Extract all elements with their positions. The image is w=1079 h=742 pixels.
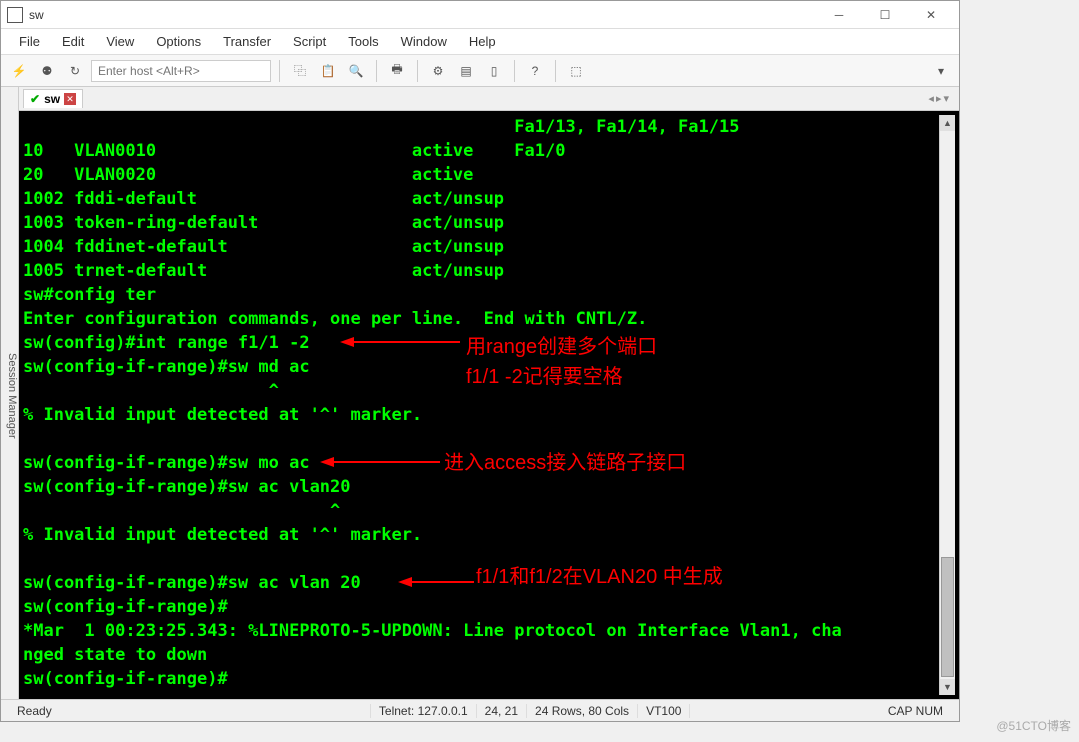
window-controls: ─ ☐ ✕ — [817, 4, 953, 26]
toolbar-separator — [279, 60, 280, 82]
minimize-button[interactable]: ─ — [817, 4, 861, 26]
tab-close-icon[interactable]: ✕ — [64, 93, 76, 105]
menu-edit[interactable]: Edit — [52, 31, 94, 52]
app-window: sw ─ ☐ ✕ File Edit View Options Transfer… — [0, 0, 960, 722]
toolbar-separator — [555, 60, 556, 82]
status-connection: Telnet: 127.0.0.1 — [371, 704, 477, 718]
content-area: Session Manager ✔ sw ✕ ◂ ▸ ▾ — [1, 87, 959, 699]
connect-icon[interactable]: ⚡ — [7, 59, 31, 83]
close-button[interactable]: ✕ — [909, 4, 953, 26]
statusbar: Ready Telnet: 127.0.0.1 24, 21 24 Rows, … — [1, 699, 959, 721]
help-icon[interactable]: ? — [523, 59, 547, 83]
connected-icon: ✔ — [30, 92, 40, 106]
menu-file[interactable]: File — [9, 31, 50, 52]
menu-tools[interactable]: Tools — [338, 31, 388, 52]
menu-transfer[interactable]: Transfer — [213, 31, 281, 52]
terminal[interactable]: Fa1/13, Fa1/14, Fa1/15 10 VLAN0010 activ… — [23, 115, 939, 695]
scroll-up-icon[interactable]: ▲ — [940, 115, 955, 131]
tab-prev-icon[interactable]: ◂ — [928, 92, 934, 105]
vertical-scrollbar[interactable]: ▲ ▼ — [939, 115, 955, 695]
quick-connect-icon[interactable]: ⚉ — [35, 59, 59, 83]
scroll-thumb[interactable] — [941, 557, 954, 677]
toolbar-separator — [514, 60, 515, 82]
app-icon — [7, 7, 23, 23]
status-caps: CAP NUM — [880, 704, 951, 718]
toolbar-overflow-icon[interactable]: ▾ — [929, 59, 953, 83]
tab-sw[interactable]: ✔ sw ✕ — [23, 89, 83, 108]
toolbar-separator — [417, 60, 418, 82]
paste-icon[interactable]: 📋 — [316, 59, 340, 83]
tab-bar: ✔ sw ✕ ◂ ▸ ▾ — [19, 87, 959, 111]
menu-view[interactable]: View — [96, 31, 144, 52]
keyword-icon[interactable]: ⬚ — [564, 59, 588, 83]
menu-help[interactable]: Help — [459, 31, 506, 52]
tab-nav: ◂ ▸ ▾ — [928, 92, 955, 105]
settings-icon[interactable]: ⚙ — [426, 59, 450, 83]
tab-next-icon[interactable]: ▸ — [936, 92, 942, 105]
menu-window[interactable]: Window — [391, 31, 457, 52]
tab-list-icon[interactable]: ▾ — [943, 92, 949, 105]
new-tab-icon[interactable]: ▯ — [482, 59, 506, 83]
session-options-icon[interactable]: ▤ — [454, 59, 478, 83]
tab-name: sw — [44, 92, 60, 106]
status-dimensions: 24 Rows, 80 Cols — [527, 704, 638, 718]
menubar: File Edit View Options Transfer Script T… — [1, 29, 959, 55]
watermark: @51CTO博客 — [996, 717, 1071, 734]
status-terminal-type: VT100 — [638, 704, 690, 718]
menu-script[interactable]: Script — [283, 31, 336, 52]
scroll-track[interactable] — [940, 131, 955, 679]
print-icon[interactable]: 🖶 — [385, 59, 409, 83]
find-icon[interactable]: 🔍 — [344, 59, 368, 83]
scroll-down-icon[interactable]: ▼ — [940, 679, 955, 695]
session-manager-panel[interactable]: Session Manager — [1, 87, 19, 699]
titlebar: sw ─ ☐ ✕ — [1, 1, 959, 29]
session-manager-label: Session Manager — [6, 353, 18, 439]
toolbar: ⚡ ⚉ ↻ ⿻ 📋 🔍 🖶 ⚙ ▤ ▯ ? ⬚ ▾ — [1, 55, 959, 87]
toolbar-separator — [376, 60, 377, 82]
maximize-button[interactable]: ☐ — [863, 4, 907, 26]
window-title: sw — [29, 8, 817, 22]
terminal-wrapper: Fa1/13, Fa1/14, Fa1/15 10 VLAN0010 activ… — [19, 111, 959, 699]
main-panel: ✔ sw ✕ ◂ ▸ ▾ Fa1/13, Fa1/14, Fa1/15 10 V… — [19, 87, 959, 699]
host-input[interactable] — [91, 60, 271, 82]
status-ready: Ready — [9, 704, 371, 718]
reconnect-icon[interactable]: ↻ — [63, 59, 87, 83]
menu-options[interactable]: Options — [146, 31, 211, 52]
status-cursor-pos: 24, 21 — [477, 704, 527, 718]
copy-icon[interactable]: ⿻ — [288, 59, 312, 83]
